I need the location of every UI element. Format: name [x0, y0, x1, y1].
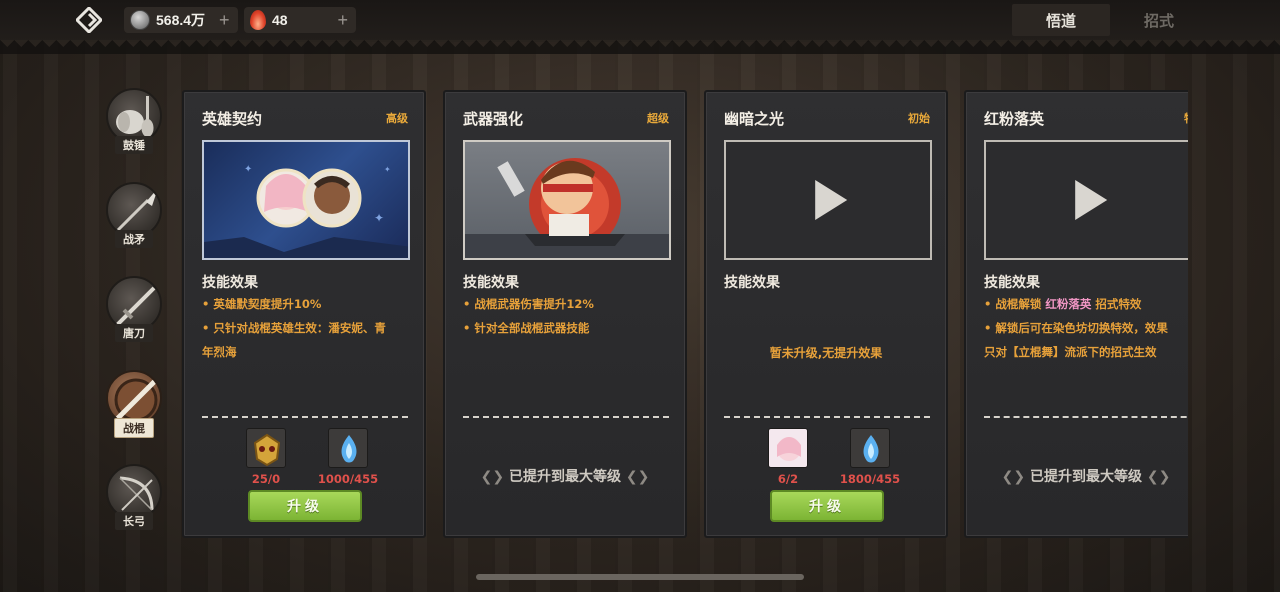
effect-highlight: 红粉落英	[1045, 297, 1092, 311]
divider	[202, 416, 408, 418]
ornament-right-icon: ❮❯	[1142, 469, 1171, 485]
nav-label: 唐刀	[115, 324, 153, 342]
tab-wudao[interactable]: 悟道	[1012, 4, 1110, 36]
nav-item-drum-hammer[interactable]: 鼓锤	[100, 88, 168, 166]
svg-text:✦: ✦	[384, 165, 391, 174]
upgrade-button[interactable]: 升级	[770, 490, 884, 522]
material-slot[interactable]	[768, 428, 808, 468]
effect-line: • 针对全部战棍武器技能	[463, 321, 590, 335]
card-header: 英雄契约 高级	[202, 108, 408, 128]
silver-amount: 568.4万	[156, 12, 206, 28]
card-title: 红粉落英	[984, 109, 1045, 128]
effect-text: • 战棍解锁	[984, 297, 1046, 311]
card-header: 武器强化 超级	[463, 108, 669, 128]
tab-bar: 悟道 招式	[1012, 4, 1208, 36]
divider	[984, 416, 1188, 418]
card-tier: 特效	[1184, 110, 1188, 126]
effect-line: 只对【立棍舞】流派下的招式生效	[984, 345, 1157, 359]
nav-item-staff[interactable]: 战棍	[100, 370, 168, 448]
decorative-border	[0, 40, 1280, 54]
effect-list: • 战棍解锁 红粉落英 招式特效 • 解锁后可在染色坊切换特效，效果 只对【立棍…	[984, 292, 1188, 364]
nav-label: 鼓锤	[115, 136, 153, 154]
effect-line: 年烈海	[202, 345, 237, 359]
nav-label: 长弓	[115, 512, 153, 530]
spirit-amount: 48	[272, 12, 288, 28]
material-count: 25/0	[251, 472, 281, 486]
section-title: 技能效果	[724, 275, 780, 291]
material-count: 1800/455	[839, 472, 901, 486]
gold-mask-icon	[253, 433, 281, 467]
material-slot[interactable]	[850, 428, 890, 468]
blue-spirit-icon	[863, 435, 879, 463]
effect-list: • 英雄默契度提升10% • 只针对战棍英雄生效：潘安妮、青 年烈海	[202, 292, 410, 364]
effect-line: • 战棍解锁 红粉落英 招式特效	[984, 292, 1188, 316]
upgrade-button[interactable]: 升级	[248, 490, 362, 522]
pink-character-icon	[769, 429, 807, 467]
nav-label: 战棍	[114, 418, 154, 438]
material-count: 6/2	[777, 472, 799, 486]
card-header: 红粉落英 特效	[984, 108, 1188, 128]
blue-spirit-icon	[341, 435, 357, 463]
silver-coin-icon	[130, 10, 150, 30]
svg-text:✦: ✦	[244, 164, 252, 175]
play-icon[interactable]	[815, 180, 848, 220]
skill-preview-video[interactable]	[724, 140, 932, 260]
ornament-right-icon: ❮❯	[621, 469, 650, 485]
nav-label: 战矛	[115, 230, 153, 248]
top-bar: 568.4万 + 48 + 悟道 招式	[0, 0, 1280, 42]
nav-item-longbow[interactable]: 长弓	[100, 464, 168, 542]
play-icon[interactable]	[1075, 180, 1108, 220]
section-title: 技能效果	[984, 275, 1040, 291]
effect-text: 招式特效	[1091, 297, 1142, 311]
max-level-text: 已提升到最大等级	[1030, 469, 1142, 485]
card-tier: 超级	[647, 112, 669, 125]
max-level-text: 已提升到最大等级	[509, 469, 621, 485]
spirit-resource: 48 +	[244, 7, 356, 33]
card-scroll-clip: 红粉落英 特效 技能效果 • 战棍解锁 红粉落英 招式特效 • 解锁后可在染色坊…	[964, 90, 1188, 538]
spirit-flame-icon	[250, 10, 266, 30]
card-title: 武器强化	[463, 109, 524, 128]
card-header: 幽暗之光 初始	[724, 108, 930, 128]
add-silver-icon[interactable]: +	[219, 10, 230, 31]
silver-resource: 568.4万 +	[124, 7, 238, 33]
card-title: 幽暗之光	[724, 109, 785, 128]
skill-card-dark-light: 幽暗之光 初始 技能效果 暂未升级,无提升效果 6/2 1800/455 升级	[704, 90, 948, 538]
skill-card-hero-contract: 英雄契约 高级 ✦ ✦ ✦ 技能效果 • 英雄默契度提升10% • 只针对战棍英…	[182, 90, 426, 538]
max-level-notice: ❮❯ 已提升到最大等级 ❮❯	[445, 466, 685, 486]
skill-preview-image	[463, 140, 671, 260]
skill-preview-image: ✦ ✦ ✦	[202, 140, 410, 260]
effect-line: • 解锁后可在染色坊切换特效，效果	[984, 321, 1168, 335]
card-title: 英雄契约	[202, 109, 263, 128]
back-logo-icon[interactable]	[76, 7, 102, 33]
ornament-left-icon: ❮❯	[1001, 469, 1030, 485]
effect-line: • 战棍武器伤害提升12%	[463, 297, 594, 311]
section-title: 技能效果	[463, 275, 519, 291]
ornament-left-icon: ❮❯	[480, 469, 509, 485]
material-count: 1000/455	[317, 472, 379, 486]
nav-item-tang-sword[interactable]: 唐刀	[100, 276, 168, 354]
effect-line: • 英雄默契度提升10%	[202, 297, 322, 311]
card-tier: 初始	[908, 112, 930, 125]
home-indicator[interactable]	[476, 574, 804, 580]
tab-zhaoshi[interactable]: 招式	[1110, 4, 1208, 36]
material-slot[interactable]	[328, 428, 368, 468]
card-tier: 高级	[386, 112, 408, 125]
effect-line: • 只针对战棍英雄生效：潘安妮、青	[202, 321, 386, 335]
no-effect-text: 暂未升级,无提升效果	[769, 346, 883, 360]
skill-card-weapon-enhance: 武器强化 超级 技能效果 • 战棍武器伤害提升12% • 针对全部战棍武器技能 …	[443, 90, 687, 538]
material-slot[interactable]	[246, 428, 286, 468]
skill-preview-video[interactable]	[984, 140, 1188, 260]
section-title: 技能效果	[202, 275, 258, 291]
divider	[463, 416, 669, 418]
divider	[724, 416, 930, 418]
add-spirit-icon[interactable]: +	[337, 10, 348, 31]
max-level-notice: ❮❯ 已提升到最大等级 ❮❯	[966, 466, 1188, 486]
svg-text:✦: ✦	[374, 211, 384, 225]
skill-card-pink-petals: 红粉落英 特效 技能效果 • 战棍解锁 红粉落英 招式特效 • 解锁后可在染色坊…	[964, 90, 1188, 538]
nav-item-spear[interactable]: 战矛	[100, 182, 168, 260]
effect-list: • 战棍武器伤害提升12% • 针对全部战棍武器技能	[463, 292, 671, 340]
